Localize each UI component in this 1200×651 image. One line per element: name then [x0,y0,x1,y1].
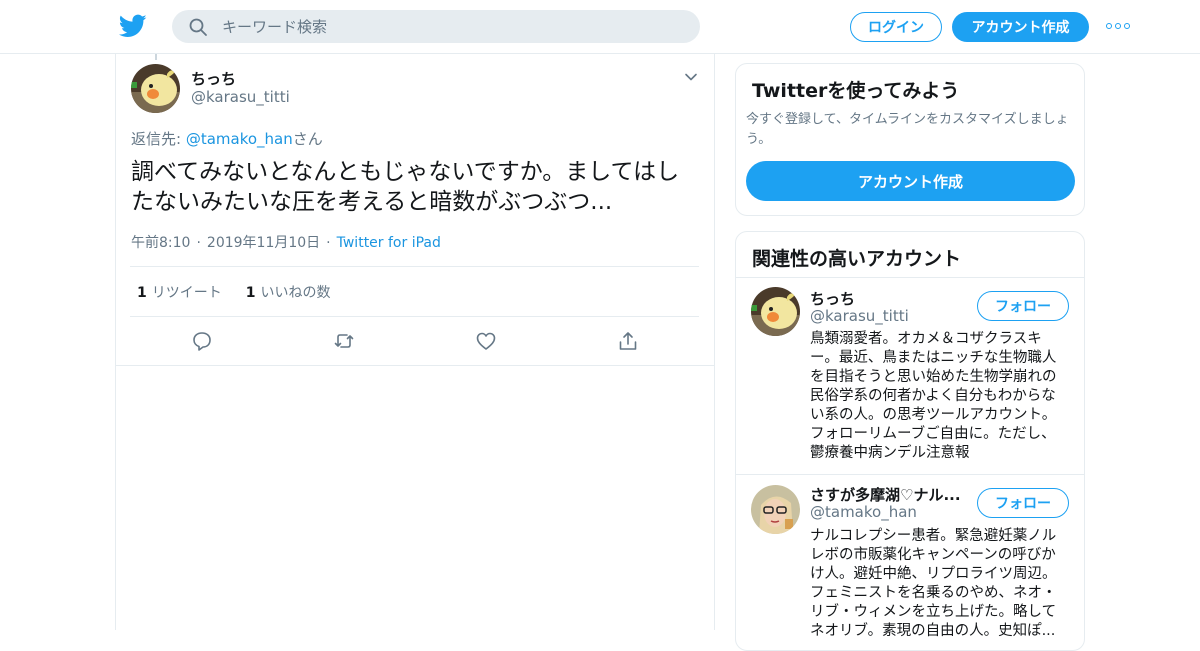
divider [130,266,699,267]
top-navigation-bar: ログイン アカウント作成 [0,0,1200,54]
divider [736,277,1084,278]
signup-card-title: Twitterを使ってみよう [752,80,960,102]
twitter-bird-icon[interactable] [119,12,147,40]
tweet-text: 調べてみないとなんともじゃないですか。ましてはしたないみたいな圧を考えると暗数が… [131,159,680,215]
like-count: 1 [245,285,256,301]
tweet-time[interactable]: 午前8:10 [131,235,190,251]
account-avatar[interactable] [751,485,800,534]
tweet-source-link[interactable]: Twitter for iPad [337,235,441,251]
divider [736,474,1084,475]
thread-connector-line [155,54,157,60]
divider [130,316,699,317]
author-name[interactable]: ちっち [191,68,236,89]
heart-icon[interactable] [475,330,497,352]
reply-mention-link[interactable]: @tamako_han [186,130,293,148]
reply-context: 返信先: @tamako_hanさん [131,128,323,149]
tweet-date[interactable]: 2019年11月10日 [207,235,320,251]
reply-prefix: 返信先: [131,130,186,148]
related-accounts-title: 関連性の高いアカウント [752,248,962,270]
login-button[interactable]: ログイン [850,12,942,42]
retweet-count: 1 [137,285,147,301]
follow-button[interactable]: フォロー [977,291,1069,321]
retweet-icon[interactable] [333,330,355,352]
signup-button[interactable]: アカウント作成 [952,12,1089,42]
illustrated-person-avatar-icon [751,485,800,534]
retweet-stat-label: リツイート [151,285,222,301]
account-handle[interactable]: @tamako_han [810,503,917,521]
like-stat-label: いいねの数 [260,285,331,301]
tweet-metadata: 午前8:10 · 2019年11月10日 · Twitter for iPad [131,235,441,251]
account-name[interactable]: ちっち [810,288,855,309]
like-stat[interactable]: 1 いいねの数 [246,285,331,301]
related-accounts-card: 関連性の高いアカウント ちっち @karasu_titti フォロー 鳥類溺愛者… [735,231,1085,651]
account-name[interactable]: さすが多摩湖♡ナル... [810,484,961,505]
divider [116,365,714,366]
more-options-icon[interactable] [1106,20,1130,32]
account-bio: 鳥類溺愛者。オカメ＆コザクラスキー。最近、鳥またはニッチな生物職人を目指そうと思… [810,331,1057,461]
chevron-down-icon[interactable] [684,70,698,84]
account-bio: ナルコレプシー患者。緊急避妊薬ノルレボの市販薬化キャンペーンの呼びかけ人。避妊中… [810,528,1057,639]
follow-button[interactable]: フォロー [977,488,1069,518]
signup-card-subtitle: 今すぐ登録して、タイムラインをカスタマイズしましょう。 [746,112,1069,147]
retweet-stat[interactable]: 1 リツイート [137,285,222,301]
share-icon[interactable] [617,330,639,352]
author-handle[interactable]: @karasu_titti [191,88,290,106]
reply-suffix: さん [292,130,323,148]
search-input[interactable] [222,14,682,39]
create-account-button[interactable]: アカウント作成 [746,161,1075,201]
author-avatar[interactable] [131,64,180,113]
reply-icon[interactable] [191,330,213,352]
search-bar[interactable] [172,10,700,43]
search-icon [189,18,207,36]
account-avatar[interactable] [751,287,800,336]
cockatiel-avatar-icon [131,64,180,113]
cockatiel-avatar-icon [751,287,800,336]
account-handle[interactable]: @karasu_titti [810,307,909,325]
tweet-stats: 1 リツイート 1 いいねの数 [137,282,331,302]
signup-card: Twitterを使ってみよう 今すぐ登録して、タイムラインをカスタマイズしましょ… [735,63,1085,216]
